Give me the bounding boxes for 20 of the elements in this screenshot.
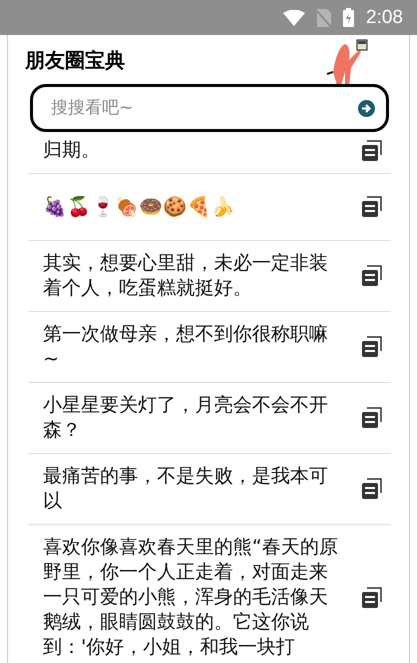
quote-text: 最痛苦的事，不是失败，是我本可以	[43, 464, 329, 514]
quote-text: 其实，想要心里甜，未必一定非装着个人，吃蛋糕就挺好。	[43, 251, 329, 301]
copy-icon[interactable]	[361, 478, 383, 500]
app-title: 朋友圈宝典	[25, 47, 125, 74]
copy-icon[interactable]	[361, 336, 383, 358]
clock-time: 2:08	[366, 6, 403, 28]
quote-text: 🍇🍒🍷🍖🍩🍪🍕🍌	[43, 194, 236, 220]
quote-text: 小星星要关灯了，月亮会不会不开森？	[43, 393, 329, 443]
copy-icon[interactable]	[361, 586, 383, 608]
search-field[interactable]: 搜搜看吧~	[30, 84, 389, 132]
battery-icon	[343, 8, 354, 27]
quote-text: 归期。	[43, 138, 101, 163]
copy-icon[interactable]	[361, 196, 383, 218]
copy-icon[interactable]	[361, 265, 383, 287]
wifi-icon	[283, 10, 306, 26]
no-sim-icon	[317, 8, 332, 26]
quote-text: 喜欢你像喜欢春天里的熊“春天的原野里，你一个人正走着，对面走来一只可爱的小熊，浑身的毛活像天鹅绒，眼睛圆鼓鼓的。它这你说到：'你好，小姐，和我一块打	[43, 535, 339, 660]
copy-icon[interactable]	[361, 407, 383, 429]
copy-icon[interactable]	[361, 140, 383, 162]
quote-text: 第一次做母亲，想不到你很称职嘛~	[43, 322, 329, 372]
